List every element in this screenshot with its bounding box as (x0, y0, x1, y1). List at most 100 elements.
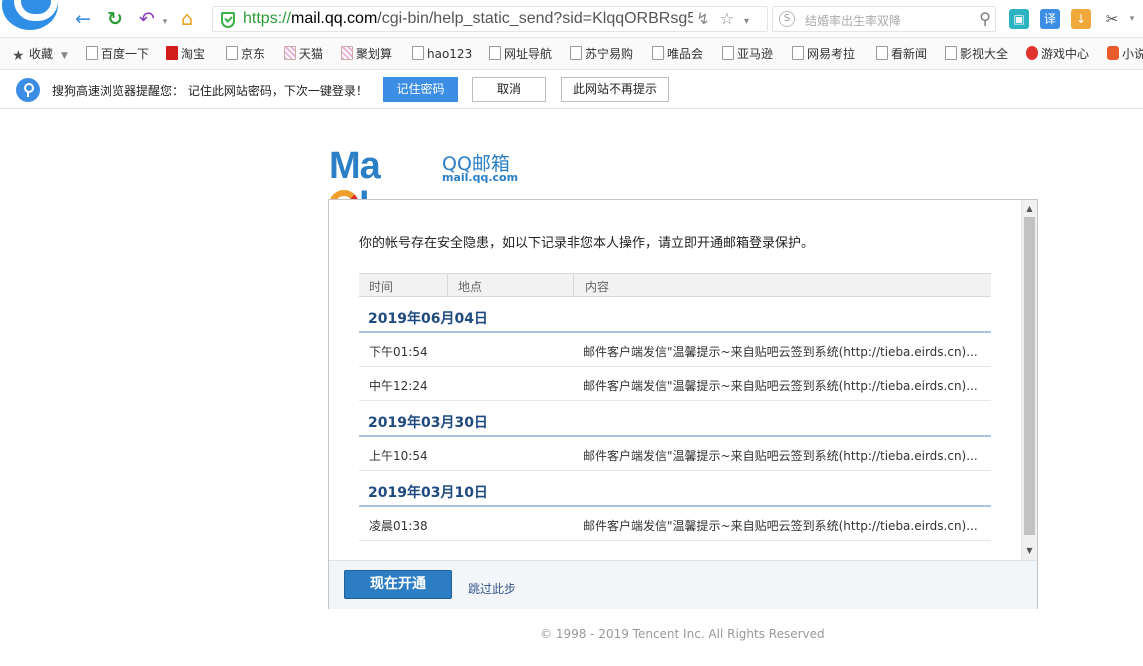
bookmark-url-nav[interactable]: 网址导航 (489, 45, 552, 63)
record-time: 中午12:24 (369, 379, 428, 393)
bookmark-label: 聚划算 (356, 47, 393, 61)
star-icon: ★ (12, 48, 26, 64)
tmall-icon (284, 46, 296, 60)
enable-protection-button[interactable]: 现在开通 (344, 570, 452, 599)
bookmark-taobao[interactable]: 淘宝 (166, 45, 205, 63)
dialog-scrollbar[interactable]: ▲ ▼ (1021, 200, 1037, 560)
home-icon[interactable]: ⌂ (176, 8, 198, 30)
bookmark-suning[interactable]: 苏宁易购 (570, 45, 633, 63)
page-icon (412, 46, 424, 60)
lightning-icon[interactable]: ↯ (696, 9, 719, 28)
address-bar-actions: ↯☆▾ (696, 9, 759, 28)
bookmark-games[interactable]: 游戏中心 (1026, 45, 1089, 63)
page-icon (652, 46, 664, 60)
date-group-header: 2019年06月04日 (359, 297, 991, 333)
record-content: 邮件客户端发信"温馨提示~来自贴吧云签到系统(http://tieba.eird… (583, 449, 978, 463)
translate-icon[interactable]: 译 (1040, 9, 1060, 29)
novel-icon (1107, 46, 1119, 60)
bookmark-label: 看新闻 (891, 47, 928, 61)
bookmark-news[interactable]: 看新闻 (876, 45, 927, 63)
sogou-browser-logo-icon[interactable] (2, 0, 58, 30)
bookmark-juhuasuan[interactable]: 聚划算 (341, 45, 392, 63)
page-icon (489, 46, 501, 60)
dialog-footer: 现在开通 跳过此步 (329, 560, 1037, 609)
bookmark-label: 网易考拉 (807, 47, 856, 61)
bookmark-hao123[interactable]: hao123 (412, 45, 472, 63)
column-divider (573, 274, 574, 296)
url-host: mail.qq.com (291, 10, 378, 27)
group-date: 2019年03月10日 (368, 485, 488, 501)
url-text[interactable]: https://mail.qq.com/cgi-bin/help_static_… (243, 10, 693, 28)
page-icon (570, 46, 582, 60)
group-date: 2019年03月30日 (368, 415, 488, 431)
bookmark-label: 京东 (241, 47, 266, 61)
bookmark-favorites[interactable]: ★ 收藏 ▼ (12, 45, 68, 63)
bookmark-label: 亚马逊 (737, 47, 774, 61)
save-password-notice: 搜狗高速浏览器提醒您： 记住此网站密码，下次一键登录！ 记住密码 取消 此网站不… (0, 71, 1143, 109)
table-header: 时间 地点 内容 (359, 273, 991, 297)
bookmark-label: 百度一下 (101, 47, 150, 61)
search-icon[interactable]: ⚲ (979, 9, 991, 28)
address-bar[interactable]: https://mail.qq.com/cgi-bin/help_static_… (212, 6, 768, 32)
bookmark-label: 唯品会 (667, 47, 704, 61)
skip-link[interactable]: 跳过此步 (468, 580, 516, 597)
login-records-table: 时间 地点 内容 2019年06月04日 下午01:54 邮件客户端发信"温馨提… (359, 273, 991, 541)
page-icon (86, 46, 98, 60)
record-time: 上午10:54 (369, 449, 428, 463)
game-center-icon (1026, 46, 1038, 60)
bookmark-jd[interactable]: 京东 (226, 45, 265, 63)
page-icon (722, 46, 734, 60)
search-box[interactable]: S 结婚率出生率双降 ⚲ (772, 6, 996, 32)
dialog-content[interactable]: 你的帐号存在安全隐患，如以下记录非您本人操作，请立即开通邮箱登录保护。 时间 地… (329, 200, 1022, 560)
screenshot-scissors-icon[interactable]: ✂ (1102, 9, 1122, 29)
record-time: 下午01:54 (369, 345, 428, 359)
bookmark-video[interactable]: 影视大全 (945, 45, 1008, 63)
bookmark-novel[interactable]: 小说 (1107, 45, 1143, 63)
bookmark-label: 天猫 (299, 47, 324, 61)
record-content: 邮件客户端发信"温馨提示~来自贴吧云签到系统(http://tieba.eird… (583, 345, 978, 359)
record-content: 邮件客户端发信"温馨提示~来自贴吧云签到系统(http://tieba.eird… (583, 519, 978, 533)
extension-icon[interactable]: ▣ (1009, 9, 1029, 29)
taobao-icon (166, 46, 178, 60)
back-arrow-icon[interactable]: ← (72, 8, 94, 30)
security-warning-text: 你的帐号存在安全隐患，如以下记录非您本人操作，请立即开通邮箱登录保护。 (359, 236, 815, 251)
column-header-location: 地点 (458, 280, 483, 294)
star-icon[interactable]: ☆ (720, 9, 744, 28)
notice-text: 搜狗高速浏览器提醒您： 记住此网站密码，下次一键登录！ (52, 84, 368, 98)
scroll-up-arrow-icon[interactable]: ▲ (1022, 202, 1037, 216)
page-icon (792, 46, 804, 60)
security-warning-dialog: 你的帐号存在安全隐患，如以下记录非您本人操作，请立即开通邮箱登录保护。 时间 地… (328, 199, 1038, 609)
secure-shield-icon (221, 12, 235, 28)
dropdown-icon[interactable]: ▾ (744, 16, 759, 27)
bookmark-amazon[interactable]: 亚马逊 (722, 45, 773, 63)
search-engine-icon[interactable]: S (779, 11, 795, 27)
page-icon (876, 46, 888, 60)
bookmark-label: 苏宁易购 (585, 47, 634, 61)
scrollbar-thumb[interactable] (1024, 217, 1035, 535)
chevron-down-icon: ▼ (61, 51, 68, 61)
screenshot-dropdown-icon[interactable]: ▾ (1122, 9, 1142, 29)
date-group-header: 2019年03月30日 (359, 401, 991, 437)
bookmark-baidu[interactable]: 百度一下 (86, 45, 149, 63)
cancel-button[interactable]: 取消 (472, 77, 546, 102)
bookmark-label: 收藏 (29, 47, 54, 61)
key-info-icon (16, 78, 40, 102)
search-placeholder: 结婚率出生率双降 (805, 14, 902, 28)
juhuasuan-icon (341, 46, 353, 60)
bookmark-vip[interactable]: 唯品会 (652, 45, 703, 63)
undo-dropdown-icon[interactable]: ▾ (154, 11, 176, 33)
url-path: /cgi-bin/help_static_send?sid=KlqqORBRsg… (377, 10, 693, 27)
column-header-time: 时间 (369, 280, 394, 294)
refresh-icon[interactable]: ↻ (104, 8, 126, 30)
remember-password-button[interactable]: 记住密码 (383, 77, 458, 102)
scroll-down-arrow-icon[interactable]: ▼ (1022, 544, 1037, 558)
mail-domain: mail.qq.com (442, 171, 519, 184)
bookmark-tmall[interactable]: 天猫 (284, 45, 323, 63)
bookmarks-bar: ★ 收藏 ▼ 百度一下 淘宝 京东 天猫 聚划算 hao123 网址导航 苏宁易购 … (0, 38, 1143, 70)
download-icon[interactable]: ↓ (1071, 9, 1091, 29)
column-header-content: 内容 (585, 280, 610, 294)
bookmark-kaola[interactable]: 网易考拉 (792, 45, 855, 63)
page-icon (226, 46, 238, 60)
never-remind-button[interactable]: 此网站不再提示 (561, 77, 669, 102)
bookmark-label: 游戏中心 (1041, 47, 1090, 61)
